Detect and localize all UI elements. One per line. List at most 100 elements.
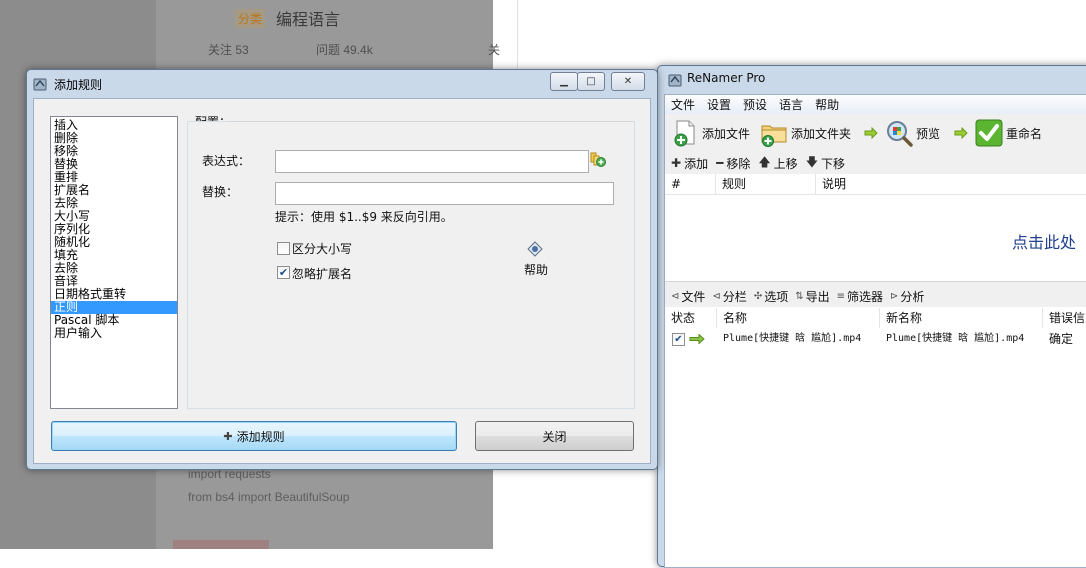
- add-folders-button[interactable]: 添加文件夹: [760, 114, 851, 152]
- status-arrow-icon: [689, 334, 705, 344]
- category-title: 编程语言: [276, 12, 341, 29]
- maximize-button[interactable]: □: [577, 72, 605, 91]
- add-rule-label: 添加: [684, 156, 709, 171]
- column-error[interactable]: 错误信息: [1043, 308, 1086, 328]
- move-down-button[interactable]: 🡇 下移: [806, 153, 845, 174]
- replace-input[interactable]: [275, 182, 614, 205]
- move-down-label: 下移: [821, 156, 846, 171]
- dropdown-icon: ⊲: [671, 290, 680, 302]
- case-sensitive-label[interactable]: 区分大小写: [292, 240, 352, 257]
- column-name[interactable]: 名称: [717, 308, 880, 328]
- window-title: ReNamer Pro: [687, 71, 766, 85]
- menu-settings[interactable]: 设置: [701, 96, 737, 113]
- minus-icon: ━: [716, 156, 724, 170]
- help-icon[interactable]: [527, 241, 543, 257]
- renamer-body: 文件 设置 预设 语言 帮助 添加文件 添加文件夹 预览 重命名 ✚ 添加 ━ …: [664, 94, 1086, 568]
- config-divider: [230, 121, 634, 122]
- backreference-hint: 提示：使用 $1..$9 来反向引用。: [275, 210, 453, 224]
- minimize-button[interactable]: ▁: [550, 72, 578, 91]
- export-icon: ⇅: [795, 290, 804, 302]
- remove-rule-label: 移除: [726, 156, 751, 171]
- menu-file[interactable]: 文件: [665, 96, 701, 113]
- add-rule-button-label: 添加规则: [236, 429, 285, 444]
- analyze-menu-button[interactable]: ⊳ 分析: [890, 288, 924, 305]
- add-rule-dialog: 添加规则 ▁ □ ✕ 插入 删除 移除 替换 重排 扩展名 去除 大小写 序列化 随机化 填充 去除音…: [26, 69, 658, 470]
- replace-label: 替换：: [202, 185, 239, 199]
- files-menu-label: 文件: [681, 289, 706, 304]
- preview-button[interactable]: 预览: [885, 114, 940, 152]
- maximize-icon: □: [586, 76, 596, 87]
- column-number[interactable]: #: [665, 174, 716, 194]
- question-count: 问题 49.4k: [316, 43, 373, 57]
- renamer-window: ReNamer Pro 文件 设置 预设 语言 帮助 添加文件 添加文件夹 预览…: [657, 65, 1086, 568]
- move-up-label: 上移: [773, 156, 798, 171]
- rename-label: 重命名: [1006, 126, 1043, 141]
- menu-bar: 文件 设置 预设 语言 帮助: [665, 95, 1086, 114]
- regex-helper-icon[interactable]: [588, 150, 606, 168]
- analyze-menu-label: 分析: [900, 289, 925, 304]
- column-new-name[interactable]: 新名称: [880, 308, 1043, 328]
- file-checkbox[interactable]: ✔: [672, 333, 685, 346]
- click-to-add-hint[interactable]: 点击此处: [1012, 229, 1076, 253]
- menu-presets[interactable]: 预设: [737, 96, 773, 113]
- options-icon: ✣: [753, 290, 763, 302]
- arrow-right-icon: [864, 127, 878, 139]
- rule-item[interactable]: 用户输入: [51, 327, 177, 340]
- files-toolbar: ⊲ 文件 ⊲ 分栏 ✣ 选项 ⇅ 导出 ≡ 筛选器 ⊳ 分析: [665, 285, 1086, 307]
- columns-menu-button[interactable]: ⊲ 分栏: [712, 288, 746, 305]
- column-status[interactable]: 状态: [665, 308, 717, 328]
- move-up-button[interactable]: 🡅 上移: [758, 153, 797, 174]
- case-sensitive-checkbox[interactable]: [277, 242, 290, 255]
- add-files-button[interactable]: 添加文件: [671, 114, 750, 152]
- filter-menu-button[interactable]: ≡ 筛选器: [837, 288, 883, 305]
- rules-table-header: # 规则 说明: [665, 174, 1086, 195]
- arrow-up-icon: 🡅: [758, 154, 771, 169]
- plus-icon: ✚: [223, 429, 233, 443]
- arrow-down-icon: 🡇: [805, 154, 819, 169]
- options-menu-label: 选项: [764, 289, 789, 304]
- add-rule-toolbar-button[interactable]: ✚ 添加: [671, 155, 708, 172]
- filter-icon: ≡: [836, 290, 846, 302]
- rules-toolbar: ✚ 添加 ━ 移除 🡅 上移 🡇 下移: [665, 152, 1086, 174]
- plus-icon: ✚: [671, 156, 682, 170]
- remove-rule-button[interactable]: ━ 移除: [716, 155, 750, 172]
- ignore-extension-checkbox[interactable]: ✔: [277, 266, 290, 279]
- file-error: 确定: [1049, 332, 1074, 346]
- add-rule-button[interactable]: ✚ 添加规则: [51, 421, 457, 451]
- rule-items: 插入 删除 移除 替换 重排 扩展名 去除 大小写 序列化 随机化 填充 去除 音译 日期格式重转 正则 Pa…: [51, 117, 177, 340]
- rules-list-area[interactable]: 点击此处: [665, 195, 1086, 281]
- file-row[interactable]: ✔ Plume[快捷键 晗 尴尬].mp4 Plume[快捷键 晗 尴尬].mp…: [665, 328, 1086, 350]
- help-label[interactable]: 帮助: [524, 261, 548, 278]
- export-menu-label: 导出: [805, 289, 830, 304]
- files-menu-button[interactable]: ⊲ 文件: [671, 288, 705, 305]
- column-rule[interactable]: 规则: [716, 174, 816, 194]
- ignore-extension-label[interactable]: 忽略扩展名: [292, 265, 352, 282]
- rule-type-list[interactable]: 插入 删除 移除 替换 重排 扩展名 去除 大小写 序列化 随机化 填充 去除 音译 日期格式重转 正则 Pa…: [50, 116, 178, 409]
- close-button[interactable]: 关闭: [475, 421, 634, 451]
- file-new-name: Plume[快捷键 晗 尴尬].mp4: [886, 333, 1025, 344]
- renamer-app-icon: [33, 78, 47, 91]
- dropdown-icon: ⊲: [712, 290, 721, 302]
- options-menu-button[interactable]: ✣ 选项: [754, 288, 788, 305]
- rename-button[interactable]: 重命名: [975, 114, 1042, 152]
- arrow-right-icon: [954, 127, 968, 139]
- analyze-icon: ⊳: [890, 290, 899, 302]
- files-table-header: 状态 名称 新名称 错误信息: [665, 308, 1086, 329]
- expression-input[interactable]: [275, 150, 589, 173]
- follow-count: 关注 53: [208, 43, 249, 57]
- columns-menu-label: 分栏: [722, 289, 747, 304]
- file-name: Plume[快捷键 晗 尴尬].mp4: [723, 333, 862, 344]
- category-tag: 分类: [235, 9, 266, 28]
- rename-check-icon: [975, 119, 1003, 147]
- column-description[interactable]: 说明: [816, 174, 1086, 194]
- filter-menu-label: 筛选器: [847, 289, 884, 304]
- preview-label: 预览: [916, 126, 941, 141]
- menu-help[interactable]: 帮助: [809, 96, 845, 113]
- menu-language[interactable]: 语言: [773, 96, 809, 113]
- close-button-label: 关闭: [542, 429, 567, 444]
- export-menu-button[interactable]: ⇅ 导出: [795, 288, 829, 305]
- renamer-app-icon: [668, 74, 682, 87]
- code-line: from bs4 import BeautifulSoup: [188, 490, 350, 504]
- main-toolbar: 添加文件 添加文件夹 预览 重命名: [665, 114, 1086, 153]
- close-window-button[interactable]: ✕: [611, 72, 645, 91]
